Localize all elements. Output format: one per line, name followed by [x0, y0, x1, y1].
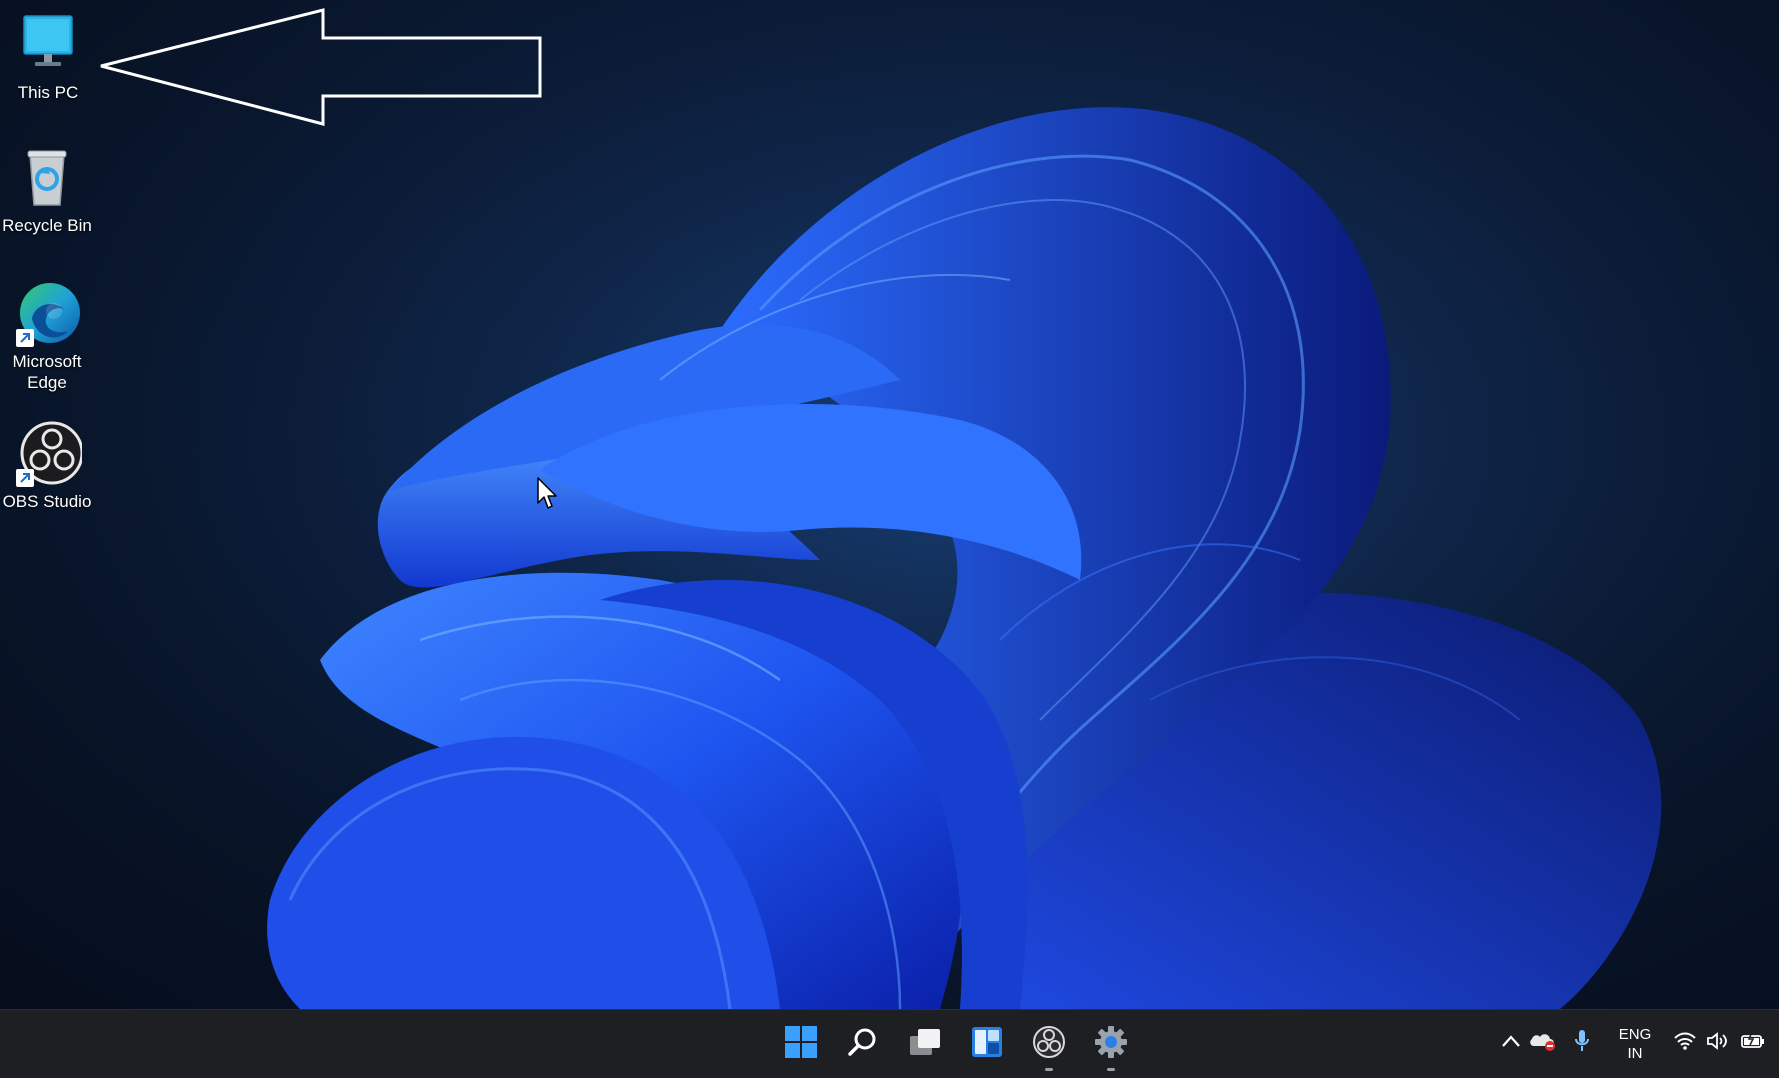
microphone-tray-button[interactable]: [1570, 1029, 1594, 1058]
volume-tray-button[interactable]: [1704, 1030, 1730, 1056]
desktop-icon-label: Recycle Bin: [2, 216, 92, 235]
widgets-icon: [971, 1026, 1003, 1063]
volume-icon: [1706, 1031, 1728, 1056]
battery-icon: [1740, 1031, 1766, 1056]
search-icon: [847, 1026, 879, 1063]
gear-icon: [1094, 1025, 1128, 1064]
start-button[interactable]: [777, 1020, 825, 1068]
obs-icon: [1032, 1025, 1066, 1064]
region-code: IN: [1627, 1045, 1643, 1062]
desktop-icon-this-pc[interactable]: This PC: [0, 10, 96, 103]
monitor-icon: [13, 10, 83, 80]
language-code: ENG: [1618, 1026, 1652, 1043]
desktop-icon-label: This PC: [17, 83, 79, 102]
taskbar: ENG IN: [0, 1009, 1779, 1078]
microphone-icon: [1574, 1029, 1590, 1058]
wifi-icon: [1673, 1031, 1697, 1056]
desktop-icon-label: OBS Studio: [2, 492, 92, 511]
wallpaper-bloom: [0, 0, 1779, 1009]
desktop-icon-obs-studio[interactable]: OBS Studio: [0, 419, 95, 512]
shortcut-arrow-icon: [16, 329, 34, 347]
shortcut-arrow-icon: [16, 469, 34, 487]
desktop-icon-recycle-bin[interactable]: Recycle Bin: [0, 143, 95, 236]
battery-tray-button[interactable]: [1738, 1030, 1768, 1056]
search-button[interactable]: [839, 1020, 887, 1068]
show-hidden-icons-button[interactable]: [1500, 1030, 1522, 1056]
task-view-icon: [908, 1027, 942, 1062]
taskbar-settings[interactable]: [1087, 1020, 1135, 1071]
input-language-indicator[interactable]: ENG IN: [1614, 1025, 1656, 1063]
desktop-icon-microsoft-edge[interactable]: Microsoft Edge: [0, 279, 95, 393]
taskbar-obs-studio[interactable]: [1025, 1020, 1073, 1071]
task-view-button[interactable]: [901, 1020, 949, 1068]
widgets-button[interactable]: [963, 1020, 1011, 1068]
desktop[interactable]: This PC Recycle Bin Microsoft Edge OBS S…: [0, 0, 1779, 1009]
edge-icon: [12, 279, 82, 349]
running-indicator: [1045, 1068, 1053, 1071]
running-indicator: [1107, 1068, 1115, 1071]
windows-logo-icon: [784, 1025, 818, 1064]
onedrive-icon: [1528, 1030, 1558, 1057]
mouse-cursor-icon: [537, 477, 557, 509]
desktop-icon-label: Microsoft Edge: [12, 352, 82, 392]
obs-icon: [12, 419, 84, 489]
onedrive-tray-button[interactable]: [1528, 1030, 1558, 1056]
network-tray-button[interactable]: [1672, 1030, 1698, 1056]
recycle-bin-icon: [12, 143, 82, 213]
annotation-arrow-icon: [100, 8, 542, 126]
chevron-up-icon: [1501, 1034, 1521, 1053]
